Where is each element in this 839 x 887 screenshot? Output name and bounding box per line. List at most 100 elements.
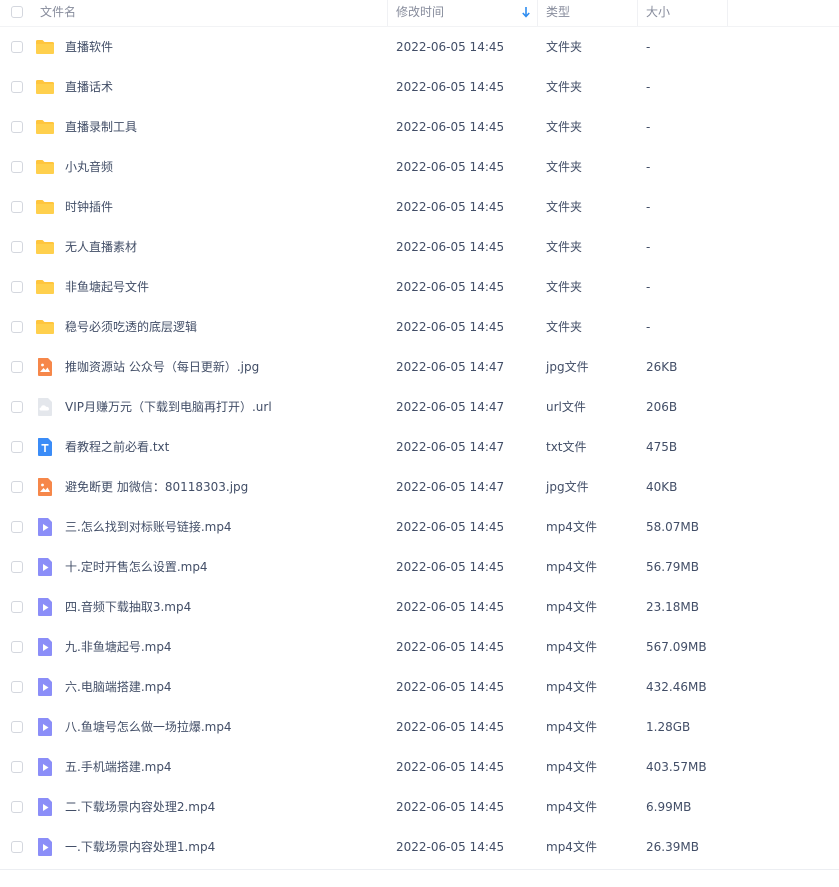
file-name[interactable]: 四.音频下载抽取3.mp4	[65, 587, 191, 627]
file-name[interactable]: VIP月赚万元（下载到电脑再打开）.url	[65, 387, 272, 427]
folder-icon	[35, 157, 55, 177]
sort-arrow-down-icon[interactable]	[521, 5, 531, 19]
file-type: mp4文件	[546, 800, 597, 814]
file-name[interactable]: 小丸音频	[65, 147, 113, 187]
file-modified-time: 2022-06-05 14:45	[396, 40, 505, 54]
image-file-icon	[35, 477, 55, 497]
video-file-icon	[35, 597, 55, 617]
file-name[interactable]: 避免断更 加微信：80118303.jpg	[65, 467, 248, 507]
file-name[interactable]: 推咖资源站 公众号（每日更新）.jpg	[65, 347, 259, 387]
file-name[interactable]: 稳号必须吃透的底层逻辑	[65, 307, 197, 347]
file-row[interactable]: 看教程之前必看.txt 2022-06-05 14:47 txt文件 475B	[0, 427, 839, 467]
file-name[interactable]: 三.怎么找到对标账号链接.mp4	[65, 507, 232, 547]
row-checkbox[interactable]	[11, 481, 23, 493]
row-checkbox[interactable]	[11, 241, 23, 253]
header-divider	[537, 0, 538, 26]
header-size[interactable]: 大小	[646, 0, 670, 26]
file-row[interactable]: 六.电脑端搭建.mp4 2022-06-05 14:45 mp4文件 432.46MB	[0, 667, 839, 707]
row-checkbox[interactable]	[11, 361, 23, 373]
file-row[interactable]: 小丸音频 2022-06-05 14:45 文件夹 -	[0, 147, 839, 187]
row-checkbox[interactable]	[11, 521, 23, 533]
header-type[interactable]: 类型	[546, 0, 570, 26]
file-row[interactable]: VIP月赚万元（下载到电脑再打开）.url 2022-06-05 14:47 url…	[0, 387, 839, 427]
file-size: 6.99MB	[646, 800, 692, 814]
row-checkbox[interactable]	[11, 281, 23, 293]
folder-icon	[35, 37, 55, 57]
file-type: 文件夹	[546, 120, 583, 134]
row-checkbox[interactable]	[11, 761, 23, 773]
row-checkbox[interactable]	[11, 81, 23, 93]
file-row[interactable]: 时钟插件 2022-06-05 14:45 文件夹 -	[0, 187, 839, 227]
file-name[interactable]: 五.手机端搭建.mp4	[65, 747, 172, 787]
file-row[interactable]: 四.音频下载抽取3.mp4 2022-06-05 14:45 mp4文件 23.18M…	[0, 587, 839, 627]
row-checkbox[interactable]	[11, 401, 23, 413]
file-type: mp4文件	[546, 680, 597, 694]
row-checkbox[interactable]	[11, 441, 23, 453]
file-name[interactable]: 二.下载场景内容处理2.mp4	[65, 787, 215, 827]
file-type: mp4文件	[546, 760, 597, 774]
file-row[interactable]: 无人直播素材 2022-06-05 14:45 文件夹 -	[0, 227, 839, 267]
row-checkbox[interactable]	[11, 721, 23, 733]
file-name[interactable]: 无人直播素材	[65, 227, 137, 267]
file-modified-time: 2022-06-05 14:45	[396, 760, 505, 774]
file-modified-time: 2022-06-05 14:47	[396, 480, 505, 494]
file-name[interactable]: 直播录制工具	[65, 107, 137, 147]
file-row[interactable]: 五.手机端搭建.mp4 2022-06-05 14:45 mp4文件 403.57MB	[0, 747, 839, 787]
file-size: 475B	[646, 440, 678, 454]
row-checkbox[interactable]	[11, 801, 23, 813]
file-row[interactable]: 十.定时开售怎么设置.mp4 2022-06-05 14:45 mp4文件 56.79…	[0, 547, 839, 587]
row-checkbox[interactable]	[11, 321, 23, 333]
list-bottom-divider	[0, 869, 839, 870]
row-checkbox[interactable]	[11, 641, 23, 653]
file-name[interactable]: 九.非鱼塘起号.mp4	[65, 627, 172, 667]
file-row[interactable]: 直播话术 2022-06-05 14:45 文件夹 -	[0, 67, 839, 107]
file-row[interactable]: 一.下载场景内容处理1.mp4 2022-06-05 14:45 mp4文件 26.3…	[0, 827, 839, 867]
file-list-table: 文件名 修改时间 类型 大小 直播软件 2022-06-05 14:45 文件夹 - 直…	[0, 0, 839, 870]
file-row[interactable]: 推咖资源站 公众号（每日更新）.jpg 2022-06-05 14:47 jpg文件…	[0, 347, 839, 387]
file-name[interactable]: 直播话术	[65, 67, 113, 107]
file-name[interactable]: 直播软件	[65, 27, 113, 67]
video-file-icon	[35, 797, 55, 817]
file-size: -	[646, 80, 651, 94]
folder-icon	[35, 197, 55, 217]
row-checkbox[interactable]	[11, 841, 23, 853]
row-checkbox[interactable]	[11, 121, 23, 133]
row-checkbox[interactable]	[11, 41, 23, 53]
file-size: 40KB	[646, 480, 678, 494]
file-modified-time: 2022-06-05 14:45	[396, 320, 505, 334]
select-all-checkbox[interactable]	[11, 6, 23, 18]
row-checkbox[interactable]	[11, 161, 23, 173]
file-name[interactable]: 看教程之前必看.txt	[65, 427, 169, 467]
file-size: 26.39MB	[646, 840, 699, 854]
file-name[interactable]: 六.电脑端搭建.mp4	[65, 667, 172, 707]
file-type: 文件夹	[546, 200, 583, 214]
file-row[interactable]: 九.非鱼塘起号.mp4 2022-06-05 14:45 mp4文件 567.09MB	[0, 627, 839, 667]
file-name[interactable]: 一.下载场景内容处理1.mp4	[65, 827, 215, 867]
file-name[interactable]: 八.鱼塘号怎么做一场拉爆.mp4	[65, 707, 232, 747]
file-name[interactable]: 时钟插件	[65, 187, 113, 227]
file-row[interactable]: 八.鱼塘号怎么做一场拉爆.mp4 2022-06-05 14:45 mp4文件 1.2…	[0, 707, 839, 747]
file-name[interactable]: 十.定时开售怎么设置.mp4	[65, 547, 208, 587]
file-name[interactable]: 非鱼塘起号文件	[65, 267, 149, 307]
file-row[interactable]: 直播录制工具 2022-06-05 14:45 文件夹 -	[0, 107, 839, 147]
file-row[interactable]: 三.怎么找到对标账号链接.mp4 2022-06-05 14:45 mp4文件 58.…	[0, 507, 839, 547]
file-modified-time: 2022-06-05 14:45	[396, 160, 505, 174]
file-size: -	[646, 280, 651, 294]
row-checkbox[interactable]	[11, 681, 23, 693]
header-name[interactable]: 文件名	[40, 0, 76, 26]
file-type: 文件夹	[546, 240, 583, 254]
header-modified-time[interactable]: 修改时间	[396, 0, 444, 26]
file-type: mp4文件	[546, 520, 597, 534]
file-row[interactable]: 二.下载场景内容处理2.mp4 2022-06-05 14:45 mp4文件 6.99…	[0, 787, 839, 827]
file-row[interactable]: 非鱼塘起号文件 2022-06-05 14:45 文件夹 -	[0, 267, 839, 307]
row-checkbox[interactable]	[11, 201, 23, 213]
row-checkbox[interactable]	[11, 601, 23, 613]
file-row[interactable]: 稳号必须吃透的底层逻辑 2022-06-05 14:45 文件夹 -	[0, 307, 839, 347]
file-type: 文件夹	[546, 80, 583, 94]
file-modified-time: 2022-06-05 14:45	[396, 560, 505, 574]
file-row[interactable]: 避免断更 加微信：80118303.jpg 2022-06-05 14:47 jpg…	[0, 467, 839, 507]
file-row[interactable]: 直播软件 2022-06-05 14:45 文件夹 -	[0, 27, 839, 67]
row-checkbox[interactable]	[11, 561, 23, 573]
folder-icon	[35, 237, 55, 257]
folder-icon	[35, 317, 55, 337]
